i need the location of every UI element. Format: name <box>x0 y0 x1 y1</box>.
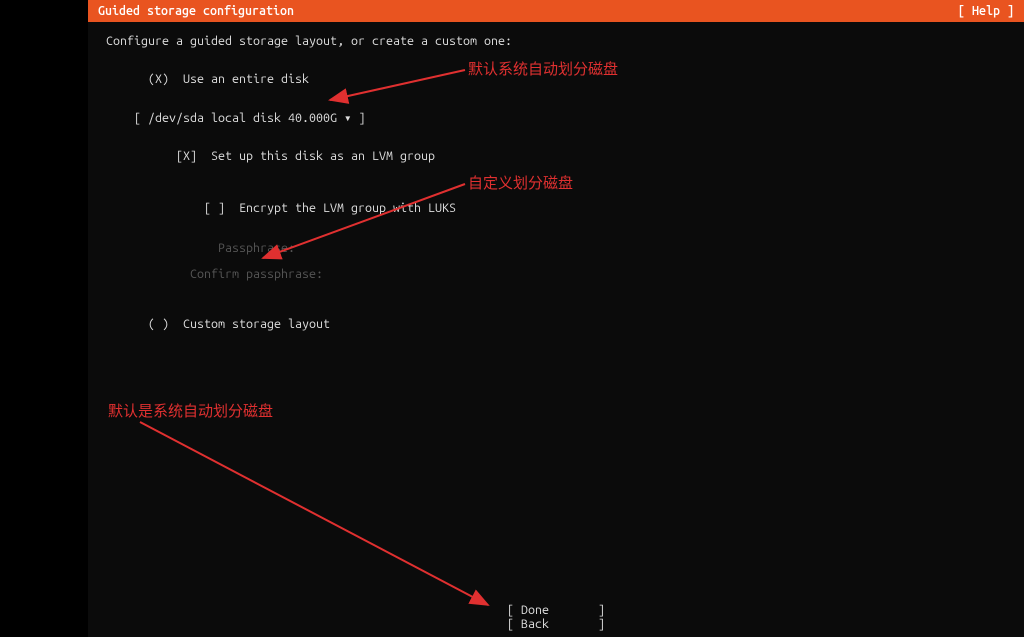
label-lvm: Set up this disk as an LVM group <box>211 149 435 163</box>
radio-custom-layout[interactable]: ( ) <box>148 317 169 331</box>
checkbox-lvm[interactable]: [X] <box>176 149 197 163</box>
radio-entire-disk[interactable]: (X) <box>148 72 169 86</box>
footer-buttons: [ Done ] [ Back ] <box>88 603 1024 631</box>
content-area: Configure a guided storage layout, or cr… <box>88 22 1024 361</box>
label-luks: Encrypt the LVM group with LUKS <box>239 201 456 215</box>
installer-frame: Guided storage configuration [ Help ] Co… <box>88 0 1024 637</box>
page-title: Guided storage configuration <box>98 4 294 18</box>
prompt-text: Configure a guided storage layout, or cr… <box>106 34 1006 48</box>
checkbox-luks[interactable]: [ ] <box>204 201 225 215</box>
option-luks[interactable]: [ ] Encrypt the LVM group with LUKS <box>106 187 1006 229</box>
passphrase-label: Passphrase: <box>106 241 1006 255</box>
label-entire-disk: Use an entire disk <box>183 72 309 86</box>
disk-selector[interactable]: [ /dev/sda local disk 40.000G ▾ ] <box>106 110 1006 125</box>
option-lvm[interactable]: [X] Set up this disk as an LVM group <box>106 135 1006 177</box>
done-button[interactable]: [ Done ] <box>507 603 605 617</box>
back-button[interactable]: [ Back ] <box>507 617 605 631</box>
header-bar: Guided storage configuration [ Help ] <box>88 0 1024 22</box>
help-button[interactable]: [ Help ] <box>958 4 1014 18</box>
confirm-passphrase-label: Confirm passphrase: <box>106 267 1006 281</box>
label-custom-layout: Custom storage layout <box>183 317 330 331</box>
option-custom-layout[interactable]: ( ) Custom storage layout <box>106 303 1006 345</box>
option-entire-disk[interactable]: (X) Use an entire disk <box>106 58 1006 100</box>
